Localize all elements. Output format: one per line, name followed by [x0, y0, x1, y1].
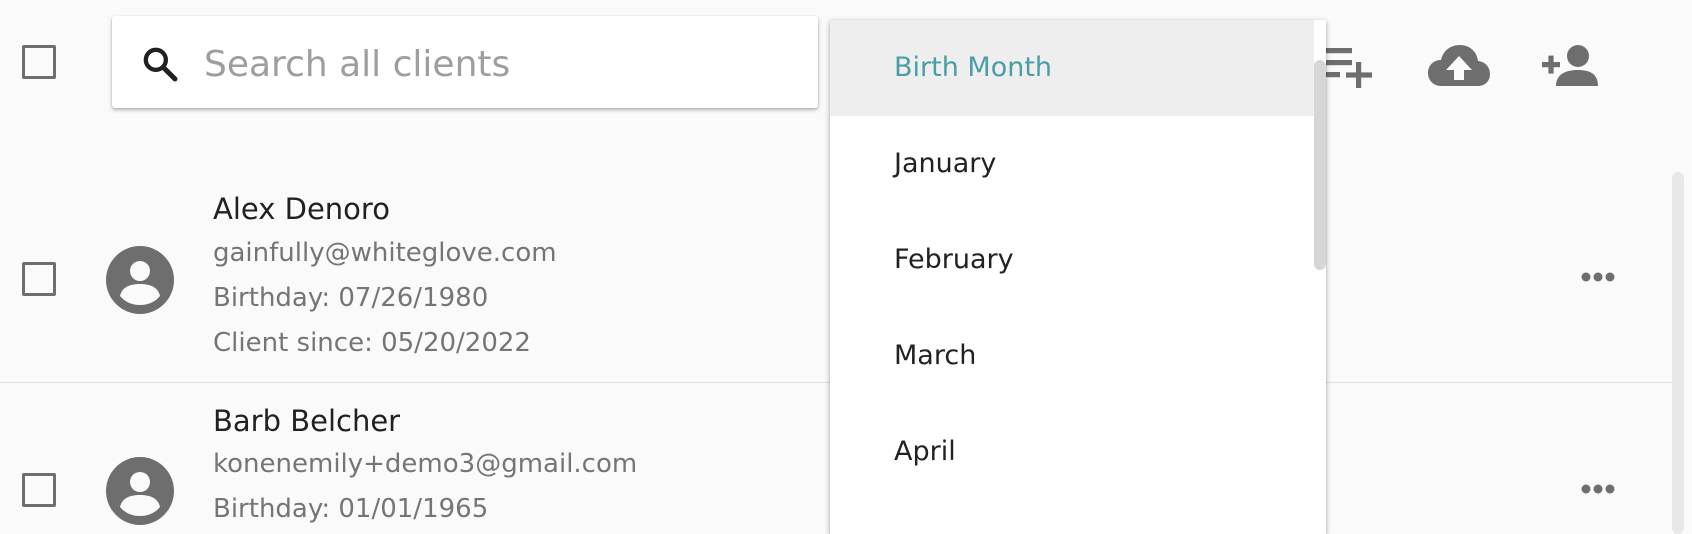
cloud-upload-icon[interactable] [1428, 44, 1490, 88]
client-birthday: Birthday: 01/01/1965 [213, 494, 489, 524]
client-checkbox[interactable] [22, 262, 56, 296]
dropdown-option-april[interactable]: April [830, 404, 1314, 500]
playlist-add-icon[interactable] [1318, 44, 1374, 90]
more-options-icon[interactable] [1580, 271, 1616, 283]
dropdown-scrollbar[interactable] [1314, 60, 1326, 270]
client-checkbox[interactable] [22, 473, 56, 507]
birth-month-dropdown: Birth Month January February March April [830, 20, 1326, 534]
search-input[interactable] [204, 34, 794, 94]
client-birthday: Birthday: 07/26/1980 [213, 283, 489, 313]
person-add-icon[interactable] [1542, 44, 1598, 88]
client-since: Client since: 05/20/2022 [213, 328, 531, 358]
client-email: gainfully@whiteglove.com [213, 238, 557, 268]
dropdown-option-january[interactable]: January [830, 116, 1314, 212]
search-icon [143, 47, 178, 82]
avatar-icon [106, 457, 174, 525]
client-name[interactable]: Barb Belcher [213, 404, 400, 438]
avatar-icon [106, 246, 174, 314]
list-scrollbar[interactable] [1672, 172, 1684, 534]
more-options-icon[interactable] [1580, 483, 1616, 495]
client-name[interactable]: Alex Denoro [213, 192, 390, 226]
select-all-checkbox[interactable] [22, 45, 56, 79]
dropdown-option-february[interactable]: February [830, 212, 1314, 308]
dropdown-option-march[interactable]: March [830, 308, 1314, 404]
dropdown-option-birth-month[interactable]: Birth Month [830, 20, 1314, 116]
client-email: konenemily+demo3@gmail.com [213, 449, 638, 479]
